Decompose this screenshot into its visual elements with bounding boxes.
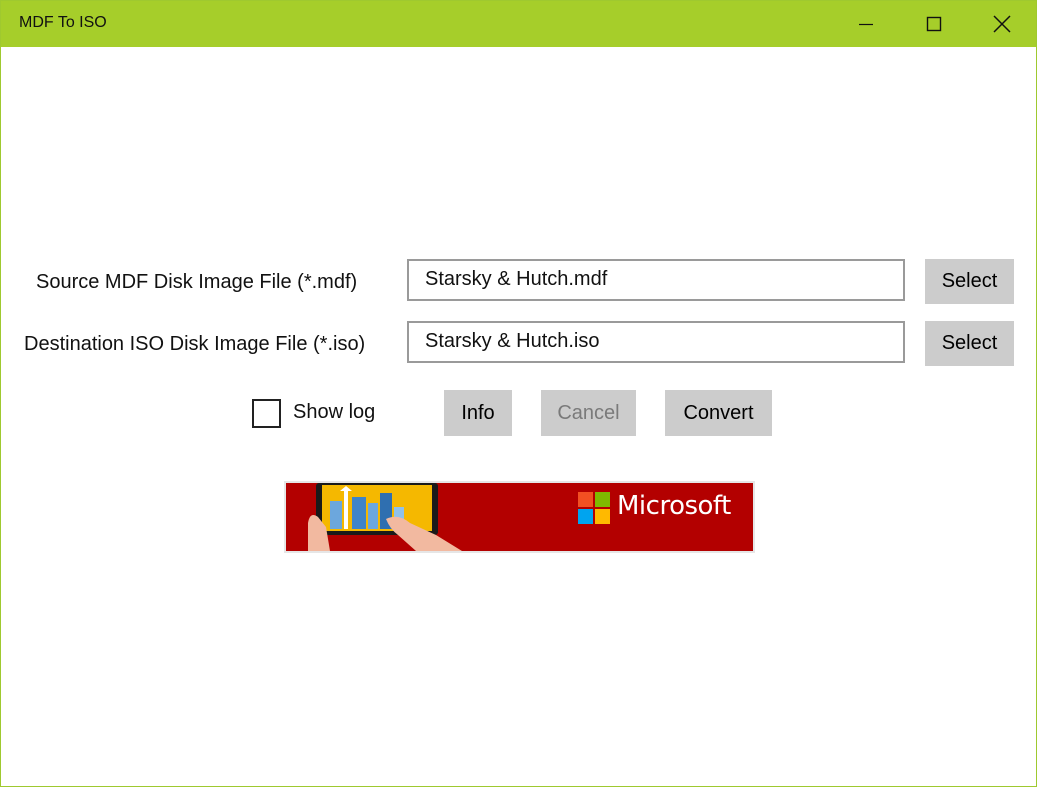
source-file-input[interactable]: Starsky & Hutch.mdf [407,259,905,301]
cancel-button[interactable]: Cancel [541,390,636,436]
info-button[interactable]: Info [444,390,512,436]
close-button[interactable] [968,1,1035,47]
minimize-icon [858,23,873,26]
destination-select-button[interactable]: Select [925,321,1014,366]
show-log-checkbox[interactable] [252,399,281,428]
maximize-icon [926,16,941,32]
destination-file-label: Destination ISO Disk Image File (*.iso) [24,333,366,355]
source-file-label: Source MDF Disk Image File (*.mdf) [36,271,358,293]
destination-file-input[interactable]: Starsky & Hutch.iso [407,321,905,363]
minimize-button[interactable] [832,1,899,47]
convert-button[interactable]: Convert [665,390,772,436]
show-log-label[interactable]: Show log [293,401,375,424]
ad-illustration [308,483,462,551]
maximize-button[interactable] [900,1,967,47]
ad-banner[interactable]: Microsoft [284,481,755,553]
app-window: MDF To ISO Source MDF Disk Image File (*… [0,0,1037,787]
close-icon [992,15,1011,33]
title-bar[interactable]: MDF To ISO [1,1,1036,47]
ad-brand-text: Microsoft [617,491,731,521]
window-title: MDF To ISO [19,14,107,31]
source-select-button[interactable]: Select [925,259,1014,304]
microsoft-logo-icon [578,492,610,524]
